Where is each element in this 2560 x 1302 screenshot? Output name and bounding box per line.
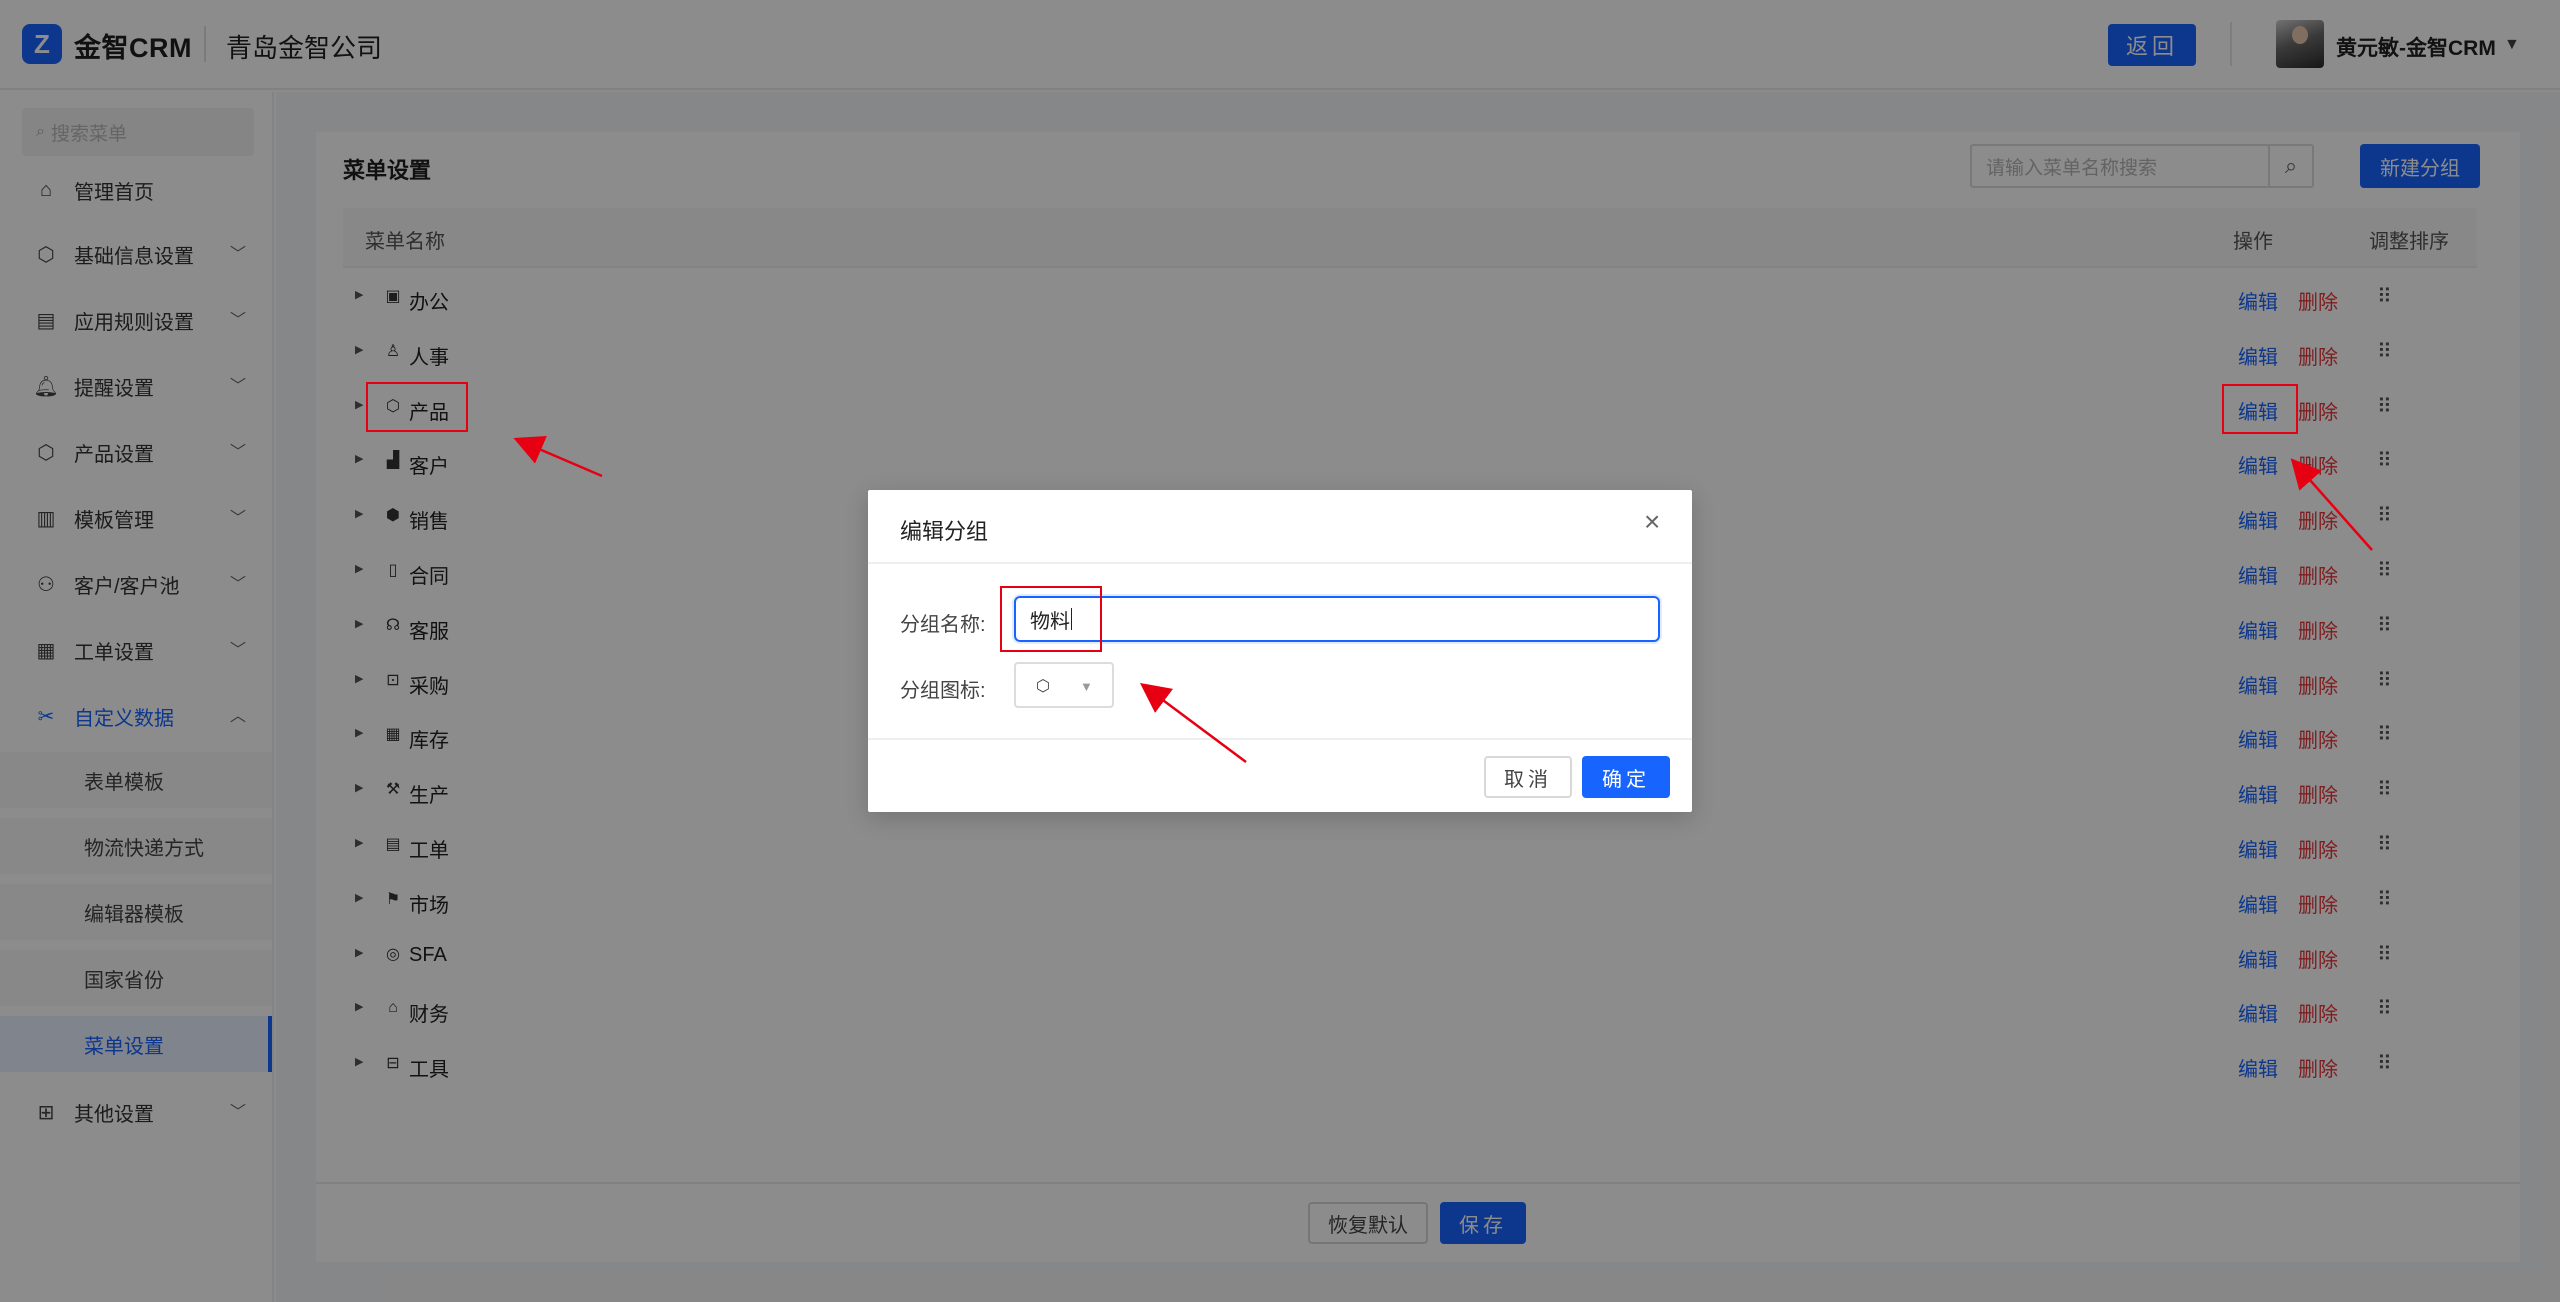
confirm-button[interactable]: 确定 xyxy=(1582,756,1670,798)
modal-footer-divider xyxy=(868,738,1692,740)
cancel-button[interactable]: 取消 xyxy=(1484,756,1572,798)
modal-divider xyxy=(868,562,1692,564)
group-name-label: 分组名称: xyxy=(900,614,986,636)
chevron-down-icon: ▼ xyxy=(1080,679,1093,694)
annotation-box-product xyxy=(366,382,468,432)
group-name-input[interactable]: 物料 xyxy=(1014,596,1660,642)
group-icon-select[interactable]: ⬡ ▼ xyxy=(1014,662,1114,708)
group-icon-label: 分组图标: xyxy=(900,680,986,702)
box-icon: ⬡ xyxy=(1036,678,1050,695)
annotation-box-edit xyxy=(2222,384,2298,434)
edit-group-modal: 编辑分组 × 分组名称: 物料 分组图标: ⬡ ▼ 取消 确定 xyxy=(868,490,1692,812)
annotation-box-name xyxy=(1000,586,1102,652)
modal-title: 编辑分组 xyxy=(900,519,989,544)
close-icon[interactable]: × xyxy=(1644,508,1660,536)
